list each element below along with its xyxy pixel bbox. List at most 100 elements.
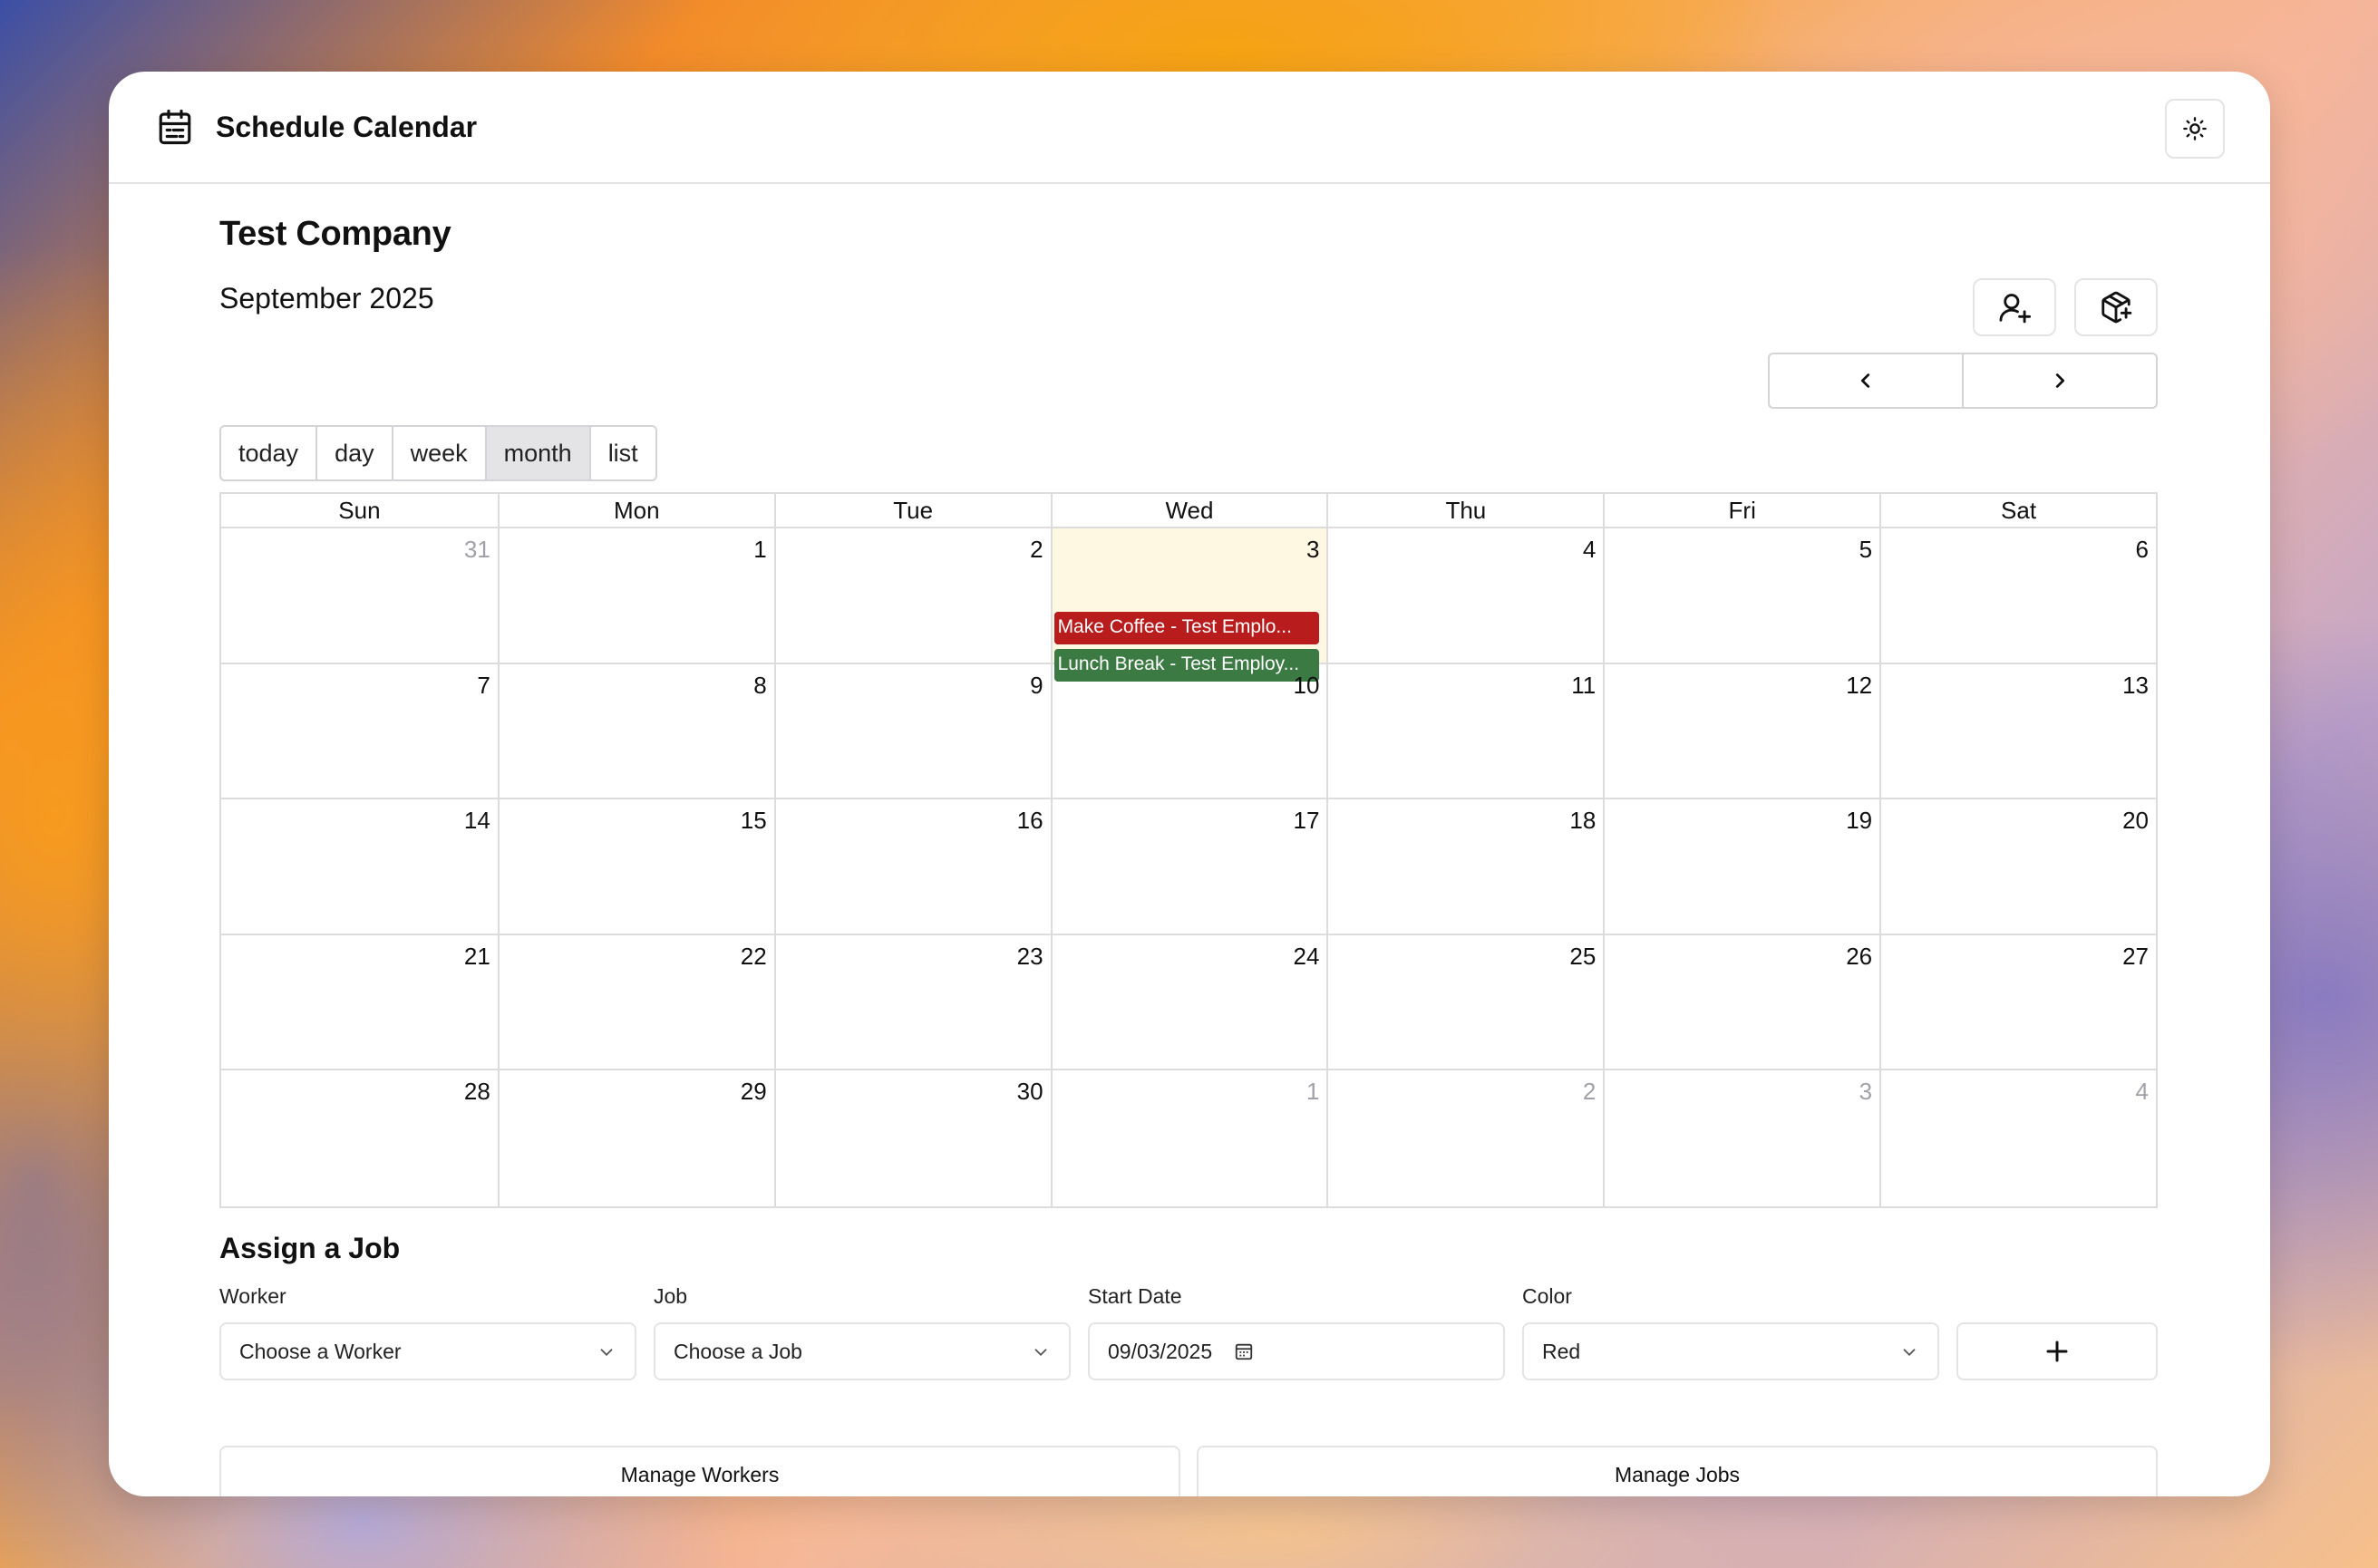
calendar-day-cell[interactable]: 8 <box>497 663 774 798</box>
day-number[interactable]: 30 <box>1017 1078 1043 1106</box>
calendar-day-cell[interactable]: 15 <box>497 799 774 934</box>
chevron-down-icon <box>1903 1349 1916 1357</box>
view-list-button[interactable]: list <box>590 425 657 481</box>
view-week-button[interactable]: week <box>393 425 487 481</box>
prev-month-button[interactable] <box>1768 353 1964 409</box>
view-month-button[interactable]: month <box>486 425 591 481</box>
weekday-label: Fri <box>1603 494 1879 527</box>
calendar-day-cell[interactable]: 16 <box>773 799 1051 934</box>
calendar-day-cell[interactable]: 17 <box>1050 799 1327 934</box>
day-number[interactable]: 1 <box>1306 1078 1319 1106</box>
day-number[interactable]: 4 <box>2136 1078 2149 1106</box>
calendar-day-cell[interactable]: 7 <box>221 664 498 799</box>
calendar-day-cell[interactable]: 31 <box>221 528 498 663</box>
calendar-day-cell[interactable]: 4 <box>1879 1070 2156 1206</box>
calendar-day-cell[interactable]: 28 <box>221 1070 498 1206</box>
calendar-week-row: 14 15 16 17 18 19 20 <box>221 799 2156 935</box>
day-number[interactable]: 7 <box>477 672 490 700</box>
view-switcher: today day week month list <box>219 425 657 481</box>
day-number[interactable]: 16 <box>1017 807 1043 835</box>
view-today-button[interactable]: today <box>219 425 318 481</box>
day-number[interactable]: 13 <box>2122 672 2149 700</box>
day-number[interactable]: 2 <box>1583 1078 1596 1106</box>
calendar-day-cell[interactable]: 30 <box>773 1070 1051 1206</box>
calendar-day-cell[interactable]: 13 <box>1879 663 2156 798</box>
weekday-label: Wed <box>1050 494 1327 527</box>
calendar-picker-icon[interactable] <box>1234 1341 1254 1361</box>
day-number[interactable]: 24 <box>1294 943 1320 971</box>
calendar-day-cell[interactable]: 12 <box>1603 663 1879 798</box>
day-number[interactable]: 17 <box>1294 807 1320 835</box>
view-day-button[interactable]: day <box>317 425 393 481</box>
top-bar: Schedule Calendar <box>109 72 2270 184</box>
day-number[interactable]: 8 <box>753 672 766 700</box>
calendar-day-cell[interactable]: 9 <box>773 663 1051 798</box>
calendar-day-cell[interactable]: 29 <box>497 1070 774 1206</box>
calendar-day-cell[interactable]: 4 <box>1326 528 1603 663</box>
add-job-button[interactable] <box>2074 278 2158 336</box>
day-number[interactable]: 18 <box>1569 807 1596 835</box>
calendar-day-cell[interactable]: 23 <box>773 934 1051 1069</box>
day-number[interactable]: 3 <box>1859 1078 1872 1106</box>
month-calendar: Sun Mon Tue Wed Thu Fri Sat 31 1 2 3 Make Co… <box>219 492 2158 1208</box>
day-number[interactable]: 14 <box>464 807 490 835</box>
day-number[interactable]: 23 <box>1017 943 1043 971</box>
worker-select[interactable]: Choose a Worker <box>219 1322 636 1380</box>
calendar-day-cell[interactable]: 21 <box>221 935 498 1070</box>
calendar-event[interactable]: Make Coffee - Test Emplo... <box>1053 612 1320 644</box>
job-select-value: Choose a Job <box>674 1339 802 1363</box>
calendar-day-cell[interactable]: 5 <box>1603 528 1879 663</box>
calendar-day-cell[interactable]: 2 <box>773 528 1051 663</box>
day-number[interactable]: 5 <box>1859 536 1872 564</box>
calendar-day-cell[interactable]: 2 <box>1326 1070 1603 1206</box>
theme-toggle-button[interactable] <box>2165 99 2225 159</box>
calendar-day-cell[interactable]: 1 <box>1050 1070 1327 1206</box>
day-number[interactable]: 1 <box>753 536 766 564</box>
next-month-button[interactable] <box>1964 353 2158 409</box>
color-select[interactable]: Red <box>1522 1322 1939 1380</box>
start-date-label: Start Date <box>1088 1284 1182 1308</box>
job-select[interactable]: Choose a Job <box>654 1322 1071 1380</box>
day-number[interactable]: 2 <box>1030 536 1043 564</box>
day-number[interactable]: 27 <box>2122 943 2149 971</box>
calendar-day-cell[interactable]: 18 <box>1326 799 1603 934</box>
day-number[interactable]: 31 <box>464 536 490 564</box>
day-number[interactable]: 28 <box>464 1078 490 1106</box>
day-number[interactable]: 22 <box>741 943 767 971</box>
day-number[interactable]: 9 <box>1030 672 1043 700</box>
day-number[interactable]: 4 <box>1583 536 1596 564</box>
calendar-day-cell[interactable]: 19 <box>1603 799 1879 934</box>
calendar-day-cell[interactable]: 25 <box>1326 934 1603 1069</box>
calendar-day-cell[interactable]: 11 <box>1326 663 1603 798</box>
add-worker-button[interactable] <box>1973 278 2056 336</box>
day-number[interactable]: 6 <box>2136 536 2149 564</box>
calendar-day-cell[interactable]: 20 <box>1879 799 2156 934</box>
calendar-day-cell[interactable]: 6 <box>1879 528 2156 663</box>
calendar-day-cell-today[interactable]: 3 Make Coffee - Test Emplo... Lunch Break … <box>1050 528 1327 682</box>
day-number[interactable]: 10 <box>1294 672 1320 700</box>
day-number[interactable]: 26 <box>1846 943 1872 971</box>
day-number[interactable]: 21 <box>464 943 490 971</box>
manage-jobs-button[interactable]: Manage Jobs <box>1197 1446 2158 1496</box>
calendar-icon <box>159 109 191 145</box>
calendar-day-cell[interactable]: 10 <box>1050 663 1327 798</box>
day-number[interactable]: 19 <box>1846 807 1872 835</box>
calendar-day-cell[interactable]: 24 <box>1050 934 1327 1069</box>
calendar-day-cell[interactable]: 14 <box>221 799 498 934</box>
day-number[interactable]: 25 <box>1569 943 1596 971</box>
calendar-day-cell[interactable]: 1 <box>497 528 774 663</box>
calendar-day-cell[interactable]: 26 <box>1603 934 1879 1069</box>
day-number[interactable]: 12 <box>1846 672 1872 700</box>
day-number[interactable]: 20 <box>2122 807 2149 835</box>
calendar-day-cell[interactable]: 22 <box>497 934 774 1069</box>
calendar-week-row: 7 8 9 10 11 12 13 <box>221 663 2156 799</box>
start-date-input[interactable]: 09/03/2025 <box>1088 1322 1505 1380</box>
calendar-day-cell[interactable]: 27 <box>1879 934 2156 1069</box>
day-number[interactable]: 11 <box>1571 672 1596 700</box>
add-assignment-button[interactable] <box>1956 1322 2158 1380</box>
day-number[interactable]: 3 <box>1306 536 1319 564</box>
day-number[interactable]: 29 <box>741 1078 767 1106</box>
calendar-day-cell[interactable]: 3 <box>1603 1070 1879 1206</box>
day-number[interactable]: 15 <box>741 807 767 835</box>
manage-workers-button[interactable]: Manage Workers <box>219 1446 1180 1496</box>
